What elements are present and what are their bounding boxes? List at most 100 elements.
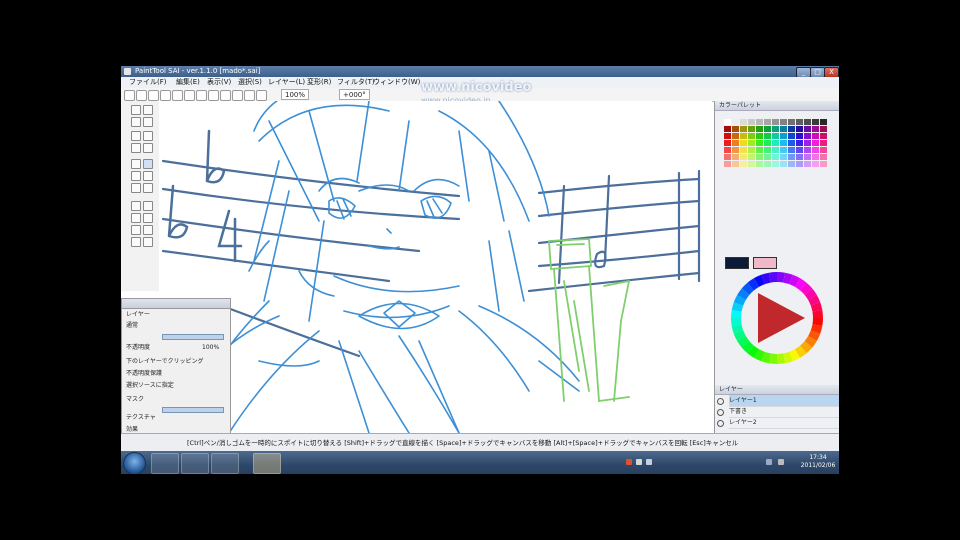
- palette-swatch[interactable]: [804, 126, 811, 132]
- menu-view[interactable]: 表示(V): [207, 77, 231, 88]
- tray-volume-icon[interactable]: [778, 459, 784, 465]
- palette-swatch[interactable]: [756, 140, 763, 146]
- menu-select[interactable]: 選択(S): [238, 77, 262, 88]
- palette-swatch[interactable]: [788, 119, 795, 125]
- taskbar-media-icon[interactable]: [181, 453, 209, 474]
- palette-swatch[interactable]: [788, 126, 795, 132]
- palette-swatch[interactable]: [796, 140, 803, 146]
- palette-swatch[interactable]: [788, 133, 795, 139]
- palette-swatch[interactable]: [788, 161, 795, 167]
- color-palette-grid[interactable]: [724, 119, 828, 171]
- palette-swatch[interactable]: [820, 140, 827, 146]
- palette-swatch[interactable]: [756, 154, 763, 160]
- palette-swatch[interactable]: [748, 133, 755, 139]
- palette-swatch[interactable]: [772, 154, 779, 160]
- drawing-canvas[interactable]: [159, 101, 712, 433]
- clipping-checkbox[interactable]: 下のレイヤーでクリッピング: [126, 357, 226, 366]
- palette-swatch[interactable]: [812, 154, 819, 160]
- pencil-tool-icon[interactable]: [143, 159, 153, 169]
- show-selection-icon[interactable]: [172, 90, 183, 101]
- palette-swatch[interactable]: [780, 147, 787, 153]
- deselect-icon[interactable]: [148, 90, 159, 101]
- palette-swatch[interactable]: [796, 126, 803, 132]
- zoom-tool-icon[interactable]: [131, 105, 141, 115]
- palette-swatch[interactable]: [812, 133, 819, 139]
- curve-tool-icon[interactable]: [143, 171, 153, 181]
- palette-swatch[interactable]: [812, 119, 819, 125]
- palette-swatch[interactable]: [772, 126, 779, 132]
- palette-swatch[interactable]: [780, 140, 787, 146]
- eraser-tool-icon[interactable]: [131, 183, 141, 193]
- redo-icon[interactable]: [136, 90, 147, 101]
- color-wheel[interactable]: [730, 271, 824, 365]
- bucket-tool-icon[interactable]: [131, 225, 141, 235]
- palette-swatch[interactable]: [820, 126, 827, 132]
- select-tool-icon[interactable]: [131, 131, 141, 141]
- palette-swatch[interactable]: [796, 119, 803, 125]
- palette-swatch[interactable]: [788, 147, 795, 153]
- menu-window[interactable]: ウィンドウ(W): [373, 77, 420, 88]
- palette-swatch[interactable]: [804, 119, 811, 125]
- palette-swatch[interactable]: [724, 161, 731, 167]
- palette-swatch[interactable]: [820, 161, 827, 167]
- start-button[interactable]: [123, 452, 146, 474]
- palette-swatch[interactable]: [780, 154, 787, 160]
- line-tool-icon[interactable]: [131, 171, 141, 181]
- palette-swatch[interactable]: [748, 119, 755, 125]
- eye-icon[interactable]: [717, 409, 724, 416]
- palette-swatch[interactable]: [772, 119, 779, 125]
- palette-swatch[interactable]: [732, 126, 739, 132]
- palette-swatch[interactable]: [748, 147, 755, 153]
- protect-opacity-checkbox[interactable]: 不透明度保護: [126, 369, 226, 378]
- palette-swatch[interactable]: [772, 140, 779, 146]
- menu-filter[interactable]: フィルタ(T): [337, 77, 375, 88]
- palette-swatch[interactable]: [764, 140, 771, 146]
- palette-swatch[interactable]: [796, 147, 803, 153]
- menu-edit[interactable]: 編集(E): [176, 77, 200, 88]
- layer-row-3[interactable]: レイヤー2: [717, 417, 839, 429]
- palette-swatch[interactable]: [748, 154, 755, 160]
- layer-tab[interactable]: レイヤー: [126, 310, 226, 319]
- palette-swatch[interactable]: [788, 154, 795, 160]
- tray-antivirus-icon[interactable]: [626, 459, 632, 465]
- palette-swatch[interactable]: [732, 154, 739, 160]
- palette-swatch[interactable]: [756, 119, 763, 125]
- palette-swatch[interactable]: [724, 119, 731, 125]
- palette-swatch[interactable]: [772, 133, 779, 139]
- zoom-out-icon[interactable]: [196, 90, 207, 101]
- opacity-slider[interactable]: [162, 334, 224, 340]
- tray-network-icon[interactable]: [766, 459, 772, 465]
- rotate-right-icon[interactable]: [232, 90, 243, 101]
- move-tool-icon[interactable]: [143, 143, 153, 153]
- palette-swatch[interactable]: [732, 147, 739, 153]
- palette-swatch[interactable]: [796, 133, 803, 139]
- palette-swatch[interactable]: [764, 126, 771, 132]
- palette-swatch[interactable]: [724, 147, 731, 153]
- palette-swatch[interactable]: [740, 126, 747, 132]
- main-color-swatch[interactable]: [725, 257, 749, 269]
- palette-swatch[interactable]: [780, 126, 787, 132]
- zoom-reset-icon[interactable]: [208, 90, 219, 101]
- palette-swatch[interactable]: [756, 147, 763, 153]
- palette-swatch[interactable]: [796, 154, 803, 160]
- palette-swatch[interactable]: [764, 161, 771, 167]
- select-pen-tool-icon[interactable]: [143, 183, 153, 193]
- palette-swatch[interactable]: [820, 119, 827, 125]
- palette-swatch[interactable]: [732, 133, 739, 139]
- palette-swatch[interactable]: [812, 126, 819, 132]
- binary-pen-tool-icon[interactable]: [143, 225, 153, 235]
- watercolor-tool-icon[interactable]: [131, 213, 141, 223]
- palette-swatch[interactable]: [780, 161, 787, 167]
- palette-swatch[interactable]: [740, 161, 747, 167]
- sub-color-swatch[interactable]: [753, 257, 777, 269]
- palette-swatch[interactable]: [804, 161, 811, 167]
- eye-icon[interactable]: [717, 420, 724, 427]
- brush-tool-icon[interactable]: [131, 201, 141, 211]
- text-tool-icon[interactable]: [143, 237, 153, 247]
- palette-swatch[interactable]: [740, 119, 747, 125]
- tray-ime-icon[interactable]: [646, 459, 652, 465]
- palette-swatch[interactable]: [772, 161, 779, 167]
- palette-swatch[interactable]: [764, 119, 771, 125]
- pen-tool-icon[interactable]: [131, 159, 141, 169]
- palette-swatch[interactable]: [764, 154, 771, 160]
